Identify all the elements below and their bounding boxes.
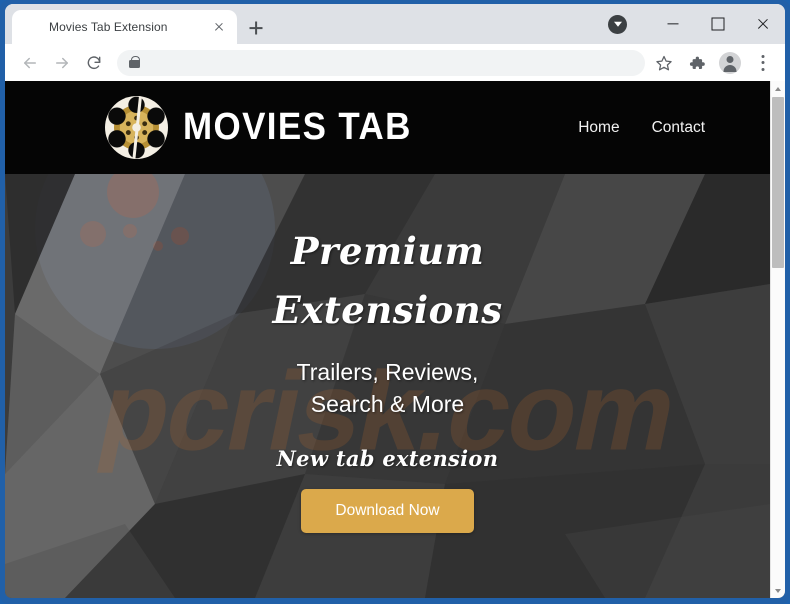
- minimize-button[interactable]: [650, 4, 695, 44]
- back-arrow-icon[interactable]: [15, 48, 45, 78]
- film-reel-icon: [23, 19, 39, 35]
- hero-subtitle: Trailers, Reviews, Search & More: [297, 357, 479, 420]
- site-header: MOVIES TAB Home Contact: [5, 81, 770, 174]
- brand-logo[interactable]: MOVIES TAB: [105, 96, 432, 159]
- puzzle-extensions-icon[interactable]: [683, 49, 711, 77]
- lock-icon: [129, 56, 140, 69]
- profile-avatar[interactable]: [716, 49, 744, 77]
- reload-icon[interactable]: [79, 48, 109, 78]
- browser-tab-active[interactable]: Movies Tab Extension: [12, 10, 237, 44]
- site-nav: Home Contact: [578, 119, 705, 137]
- download-indicator-icon[interactable]: [608, 14, 627, 34]
- tab-title: Movies Tab Extension: [49, 20, 168, 34]
- window-controls: [608, 4, 785, 44]
- page-scrollbar[interactable]: [770, 81, 785, 598]
- nav-item-contact[interactable]: Contact: [652, 119, 705, 137]
- web-page: MOVIES TAB Home Contact pcrisk.com Premi…: [5, 81, 770, 598]
- hero-subtitle-line1: Trailers, Reviews,: [296, 358, 479, 385]
- window-close-button[interactable]: [740, 4, 785, 44]
- maximize-button[interactable]: [695, 4, 740, 44]
- hero-section: pcrisk.com Premium Extensions Trailers, …: [5, 174, 770, 598]
- page-viewport: MOVIES TAB Home Contact pcrisk.com Premi…: [5, 81, 785, 598]
- three-dot-menu-icon[interactable]: [749, 49, 777, 77]
- download-now-button[interactable]: Download Now: [301, 489, 474, 534]
- tab-strip: Movies Tab Extension: [5, 4, 785, 44]
- hero-headline-line1: Premium: [290, 228, 485, 273]
- nav-item-home[interactable]: Home: [578, 119, 619, 137]
- hero-tagline: New tab extension: [276, 446, 499, 472]
- scrollbar-thumb[interactable]: [772, 97, 784, 268]
- star-icon[interactable]: [650, 49, 678, 77]
- brand-name: MOVIES TAB: [183, 106, 412, 148]
- hero-subtitle-line2: Search & More: [310, 390, 465, 417]
- new-tab-button[interactable]: [245, 17, 267, 39]
- close-icon[interactable]: [209, 17, 229, 37]
- browser-window-inner: Movies Tab Extension MOVIES TAB Home Con…: [5, 4, 785, 598]
- forward-arrow-icon[interactable]: [47, 48, 77, 78]
- browser-window: Movies Tab Extension MOVIES TAB Home Con…: [0, 0, 790, 604]
- scroll-down-arrow-icon[interactable]: [771, 583, 785, 598]
- film-reel-logo-icon: [105, 96, 168, 159]
- hero-content: Premium Extensions Trailers, Reviews, Se…: [5, 174, 770, 598]
- scroll-up-arrow-icon[interactable]: [771, 81, 785, 96]
- address-bar[interactable]: [117, 49, 645, 76]
- browser-toolbar: [5, 44, 785, 81]
- hero-headline-line2: Extensions: [272, 287, 503, 332]
